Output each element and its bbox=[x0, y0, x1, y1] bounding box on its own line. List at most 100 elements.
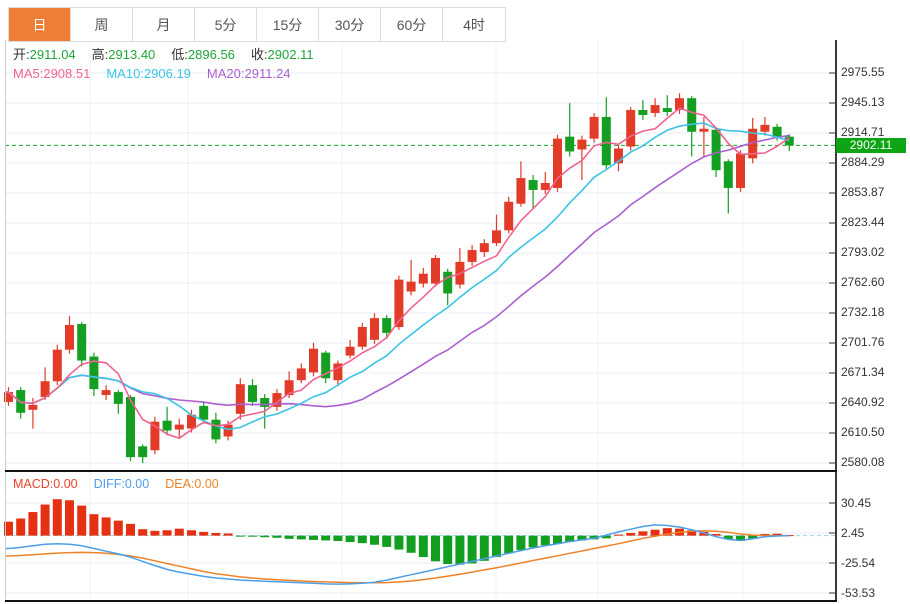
candle-down bbox=[199, 406, 208, 420]
macd-bar-negative bbox=[358, 536, 367, 544]
ma20-line bbox=[5, 135, 789, 406]
candle-up bbox=[346, 347, 355, 356]
candle-down bbox=[77, 324, 86, 360]
macd-bar-positive bbox=[77, 506, 86, 536]
macd-bar-positive bbox=[175, 529, 184, 536]
macd-bar-positive bbox=[89, 514, 98, 535]
candle-down bbox=[163, 421, 172, 431]
tab-timeframe-3[interactable]: 5分 bbox=[195, 8, 257, 41]
macd-bar-positive bbox=[28, 512, 37, 536]
ma5-line bbox=[5, 108, 789, 438]
legend-item: DIFF:0.00 bbox=[94, 477, 150, 491]
candle-up bbox=[699, 129, 708, 132]
candle-up bbox=[53, 350, 62, 382]
macd-bar-negative bbox=[248, 536, 257, 537]
price-tick-label: 2732.18 bbox=[841, 305, 884, 319]
macd-bar-negative bbox=[443, 536, 452, 564]
legend-item: 低:2896.56 bbox=[171, 47, 235, 62]
ma-legend-row: MA5:2908.51 MA10:2906.19 MA20:2911.24 bbox=[13, 66, 307, 81]
candle-down bbox=[602, 117, 611, 165]
tab-timeframe-4[interactable]: 15分 bbox=[257, 8, 319, 41]
tab-timeframe-2[interactable]: 月 bbox=[133, 8, 195, 41]
macd-bar-negative bbox=[480, 536, 489, 561]
candle-up bbox=[626, 110, 635, 146]
candle-up bbox=[407, 282, 416, 292]
macd-bar-negative bbox=[407, 536, 416, 553]
price-tick-label: 2975.55 bbox=[841, 65, 884, 79]
candle-down bbox=[138, 446, 147, 457]
macd-chart[interactable] bbox=[5, 472, 835, 602]
macd-bar-positive bbox=[53, 499, 62, 535]
macd-bar-positive bbox=[187, 530, 196, 535]
price-tick-label: 2701.76 bbox=[841, 335, 884, 349]
candle-up bbox=[553, 139, 562, 188]
macd-bar-positive bbox=[150, 531, 159, 536]
macd-bar-negative bbox=[431, 536, 440, 562]
tab-timeframe-0[interactable]: 日 bbox=[9, 8, 71, 41]
candle-up bbox=[102, 390, 111, 395]
macd-bar-negative bbox=[285, 536, 294, 539]
price-tick-label: 2610.50 bbox=[841, 425, 884, 439]
macd-bar-positive bbox=[41, 505, 50, 536]
candle-down bbox=[638, 110, 647, 115]
legend-item: MACD:0.00 bbox=[13, 477, 78, 491]
price-tick-label: 2793.02 bbox=[841, 245, 884, 259]
tab-timeframe-5[interactable]: 30分 bbox=[319, 8, 381, 41]
macd-legend-row: MACD:0.00DIFF:0.00DEA:0.00 bbox=[13, 477, 235, 491]
candle-down bbox=[443, 272, 452, 294]
last-price-badge: 2902.11 bbox=[836, 138, 906, 153]
macd-bar-negative bbox=[260, 536, 269, 538]
macd-bar-negative bbox=[321, 536, 330, 541]
candle-down bbox=[565, 137, 574, 152]
macd-bar-positive bbox=[626, 533, 635, 536]
candle-up bbox=[516, 178, 525, 204]
macd-bar-negative bbox=[272, 536, 281, 538]
macd-tick-label: 2.45 bbox=[841, 526, 864, 540]
macd-bar-negative bbox=[346, 536, 355, 542]
macd-bar-positive bbox=[126, 524, 135, 536]
candle-up bbox=[358, 327, 367, 347]
macd-bar-positive bbox=[102, 517, 111, 535]
bottom-border bbox=[5, 600, 837, 602]
tab-timeframe-1[interactable]: 周 bbox=[71, 8, 133, 41]
macd-bar-positive bbox=[211, 533, 220, 536]
macd-bar-positive bbox=[16, 518, 25, 535]
ohlc-row: 开:2911.04高:2913.40低:2896.56收:2902.11 bbox=[13, 44, 330, 63]
candle-up bbox=[297, 368, 306, 380]
candle-up bbox=[468, 250, 477, 262]
candlestick-chart[interactable] bbox=[5, 40, 835, 472]
price-tick-label: 2671.34 bbox=[841, 365, 884, 379]
candle-down bbox=[248, 385, 257, 402]
candle-down bbox=[529, 180, 538, 190]
plot-left-border bbox=[5, 40, 6, 600]
macd-bar-negative bbox=[370, 536, 379, 545]
macd-tick-label: -53.53 bbox=[841, 586, 875, 600]
candle-up bbox=[541, 183, 550, 190]
macd-bar-positive bbox=[614, 535, 623, 536]
macd-bar-positive bbox=[138, 529, 147, 535]
candle-up bbox=[28, 405, 37, 410]
candle-up bbox=[492, 230, 501, 243]
candle-up bbox=[651, 105, 660, 113]
legend-item: 收:2902.11 bbox=[251, 47, 314, 62]
candle-up bbox=[175, 425, 184, 430]
candle-up bbox=[590, 117, 599, 139]
candle-up bbox=[577, 140, 586, 150]
tab-timeframe-7[interactable]: 4时 bbox=[443, 8, 505, 41]
macd-bar-negative bbox=[333, 536, 342, 541]
candle-up bbox=[419, 274, 428, 284]
candle-up bbox=[224, 425, 233, 437]
tab-timeframe-6[interactable]: 60分 bbox=[381, 8, 443, 41]
legend-item: MA5:2908.51 bbox=[13, 66, 90, 81]
legend-item: MA10:2906.19 bbox=[106, 66, 191, 81]
candle-down bbox=[687, 98, 696, 132]
macd-tick-label: 30.45 bbox=[841, 496, 871, 510]
macd-bar-negative bbox=[236, 536, 245, 537]
candle-down bbox=[663, 108, 672, 112]
candle-down bbox=[382, 318, 391, 333]
candle-down bbox=[211, 420, 220, 440]
macd-bar-negative bbox=[529, 536, 538, 548]
macd-bar-negative bbox=[492, 536, 501, 557]
price-tick-label: 2762.60 bbox=[841, 275, 884, 289]
legend-item: MA20:2911.24 bbox=[207, 66, 291, 81]
